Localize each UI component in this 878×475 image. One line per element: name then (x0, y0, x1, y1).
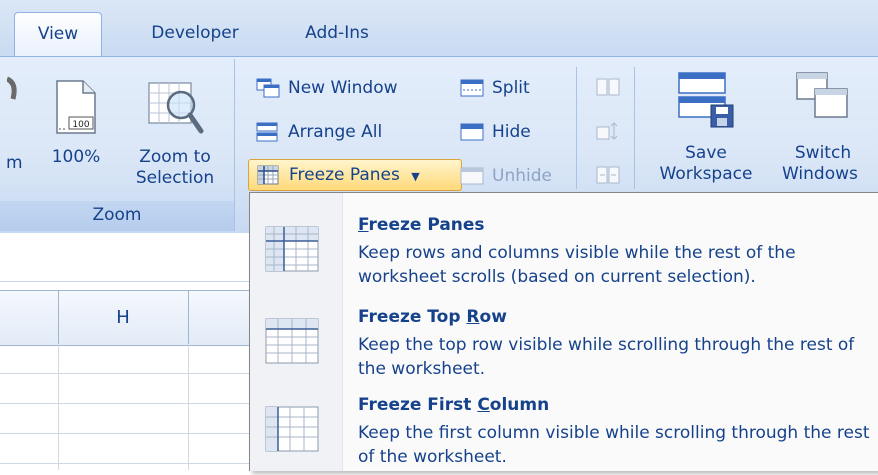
switch-windows-button[interactable]: Switch Windows (768, 69, 878, 185)
grid-line (0, 373, 249, 374)
chevron-down-icon: ▼ (411, 170, 420, 183)
save-workspace-icon (678, 72, 734, 128)
grid-line (0, 433, 249, 434)
tab-view[interactable]: View (14, 12, 102, 57)
freeze-top-row-icon (265, 318, 319, 364)
separator (634, 67, 635, 189)
unhide-label: Unhide (492, 166, 552, 186)
split-label: Split (492, 78, 530, 98)
tab-add-ins[interactable]: Add-Ins (290, 12, 384, 56)
hide-icon (460, 123, 484, 141)
new-window-button[interactable]: New Window (252, 73, 398, 103)
split-button[interactable]: Split (456, 73, 530, 103)
freeze-first-column-icon (265, 406, 319, 452)
menu-item-description: Keep the top row visible while scrolling… (358, 335, 855, 379)
freeze-panes-icon (265, 226, 319, 272)
hide-label: Hide (492, 122, 531, 142)
menu-item-freeze-panes[interactable]: Freeze Panes Keep rows and columns visib… (250, 207, 878, 295)
view-side-by-side-icon[interactable] (596, 77, 620, 97)
freeze-panes-menu: Freeze Panes Keep rows and columns visib… (249, 192, 878, 471)
split-icon (460, 79, 484, 97)
freeze-panes-button[interactable]: Freeze Panes ▼ (248, 159, 462, 191)
new-window-label: New Window (288, 78, 398, 98)
new-window-icon (256, 78, 280, 98)
zoom-100-label: 100% (51, 147, 101, 167)
arrange-all-icon (256, 122, 278, 142)
arrange-all-button[interactable]: Arrange All (252, 117, 382, 147)
menu-item-title: Freeze Top Row (358, 307, 507, 327)
save-workspace-button[interactable]: Save Workspace (650, 69, 762, 185)
svg-text:100: 100 (72, 120, 89, 130)
grid-line (58, 344, 59, 470)
column-header-partial[interactable] (0, 291, 59, 345)
save-workspace-label-2: Workspace (659, 164, 753, 184)
magnifier-icon (5, 76, 17, 100)
reset-window-position-icon[interactable] (596, 165, 620, 185)
ribbon-tab-strip: View Developer Add-Ins (0, 0, 878, 57)
grid-line (0, 403, 249, 404)
menu-item-title: Freeze First Column (358, 395, 550, 415)
save-workspace-label-1: Save (685, 143, 727, 163)
menu-item-title: Freeze Panes (358, 215, 485, 235)
separator (576, 67, 577, 189)
zoom-to-selection-icon (148, 82, 204, 134)
zoom-to-selection-label-2: Selection (135, 168, 215, 188)
zoom-button-label: m (6, 153, 23, 173)
hide-button[interactable]: Hide (456, 117, 531, 147)
switch-windows-label-2: Windows (782, 164, 858, 184)
column-header-h[interactable]: H (58, 291, 189, 345)
switch-windows-label-1: Switch (794, 143, 852, 163)
zoom-button-partial[interactable]: m (0, 59, 28, 174)
freeze-panes-icon (257, 165, 279, 185)
unhide-button[interactable]: Unhide (456, 161, 552, 191)
menu-item-description: Keep rows and columns visible while the … (358, 243, 796, 287)
synchronous-scrolling-icon[interactable] (596, 121, 620, 141)
zoom-to-selection-button[interactable]: Zoom to Selection (122, 59, 228, 189)
menu-item-freeze-top-row[interactable]: Freeze Top Row Keep the top row visible … (250, 299, 878, 387)
zoom-100-button[interactable]: 100 100% (44, 59, 108, 168)
unhide-icon (460, 167, 484, 185)
grid-line (0, 463, 249, 464)
zoom-group-label: Zoom (0, 201, 234, 231)
menu-item-description: Keep the first column visible while scro… (358, 423, 870, 467)
menu-item-freeze-first-column[interactable]: Freeze First Column Keep the first colum… (250, 387, 878, 475)
switch-windows-icon (796, 72, 848, 118)
zoom-to-selection-label-1: Zoom to (139, 147, 211, 167)
page-100-icon: 100 (56, 80, 96, 134)
arrange-all-label: Arrange All (288, 122, 383, 142)
grid-line (188, 344, 189, 470)
freeze-panes-label: Freeze Panes (289, 165, 400, 185)
tab-developer[interactable]: Developer (130, 12, 260, 56)
zoom-group: m 100 100% Zoom to Selection Zoom (0, 59, 235, 231)
